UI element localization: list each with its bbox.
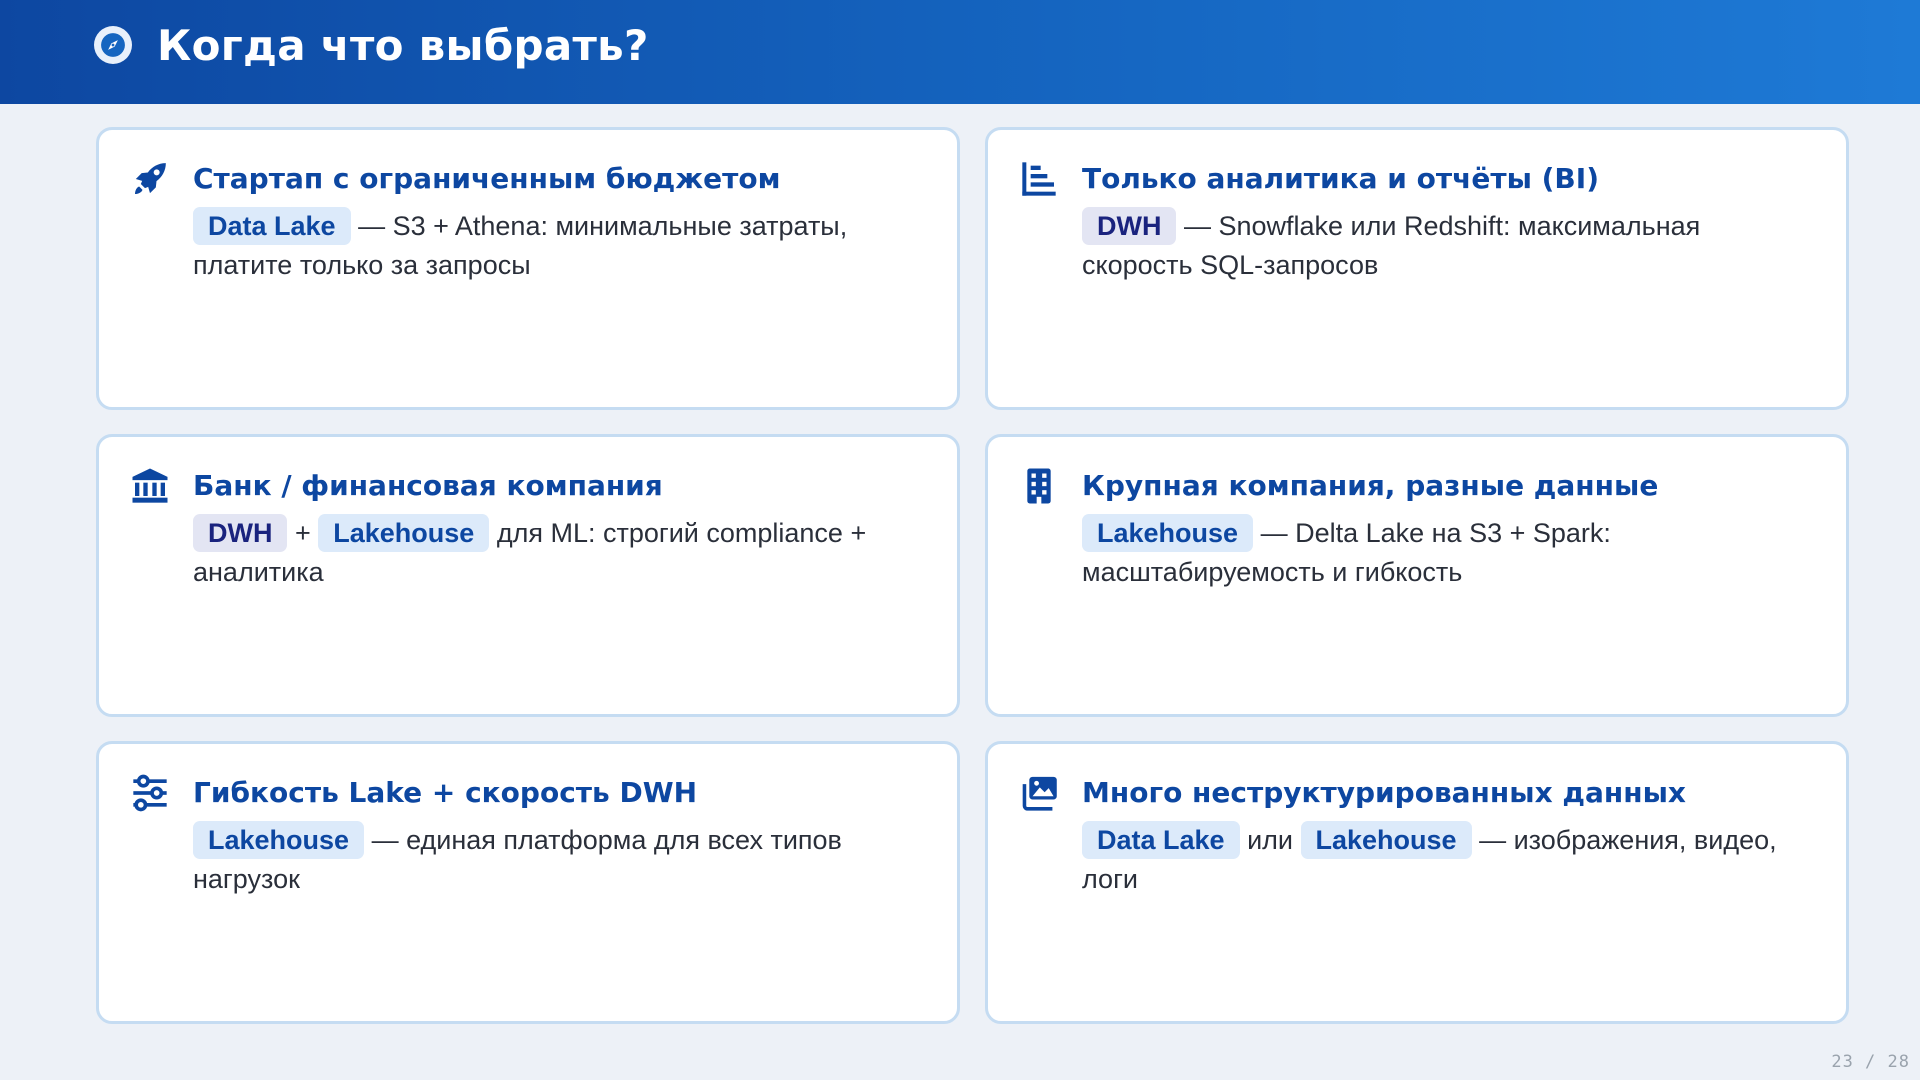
tag-data-lake: Data Lake [193, 207, 351, 245]
tag-lakehouse: Lakehouse [1300, 821, 1472, 859]
slide-header: Когда что выбрать? [0, 0, 1920, 104]
card-title: Только аналитика и отчёты (BI) [1082, 162, 1599, 195]
compass-icon [94, 26, 132, 64]
building-icon [1018, 465, 1060, 507]
tag-lakehouse: Lakehouse [1082, 514, 1254, 552]
tag-separator: + [287, 518, 319, 548]
card-description: DWH + Lakehouse для ML: строгий complian… [193, 514, 923, 592]
card-flexibility: Гибкость Lake + скорость DWH Lakehouse —… [96, 741, 960, 1024]
bank-icon [129, 465, 171, 507]
card-large-company: Крупная компания, разные данные Lakehous… [985, 434, 1849, 717]
page-title: Когда что выбрать? [157, 21, 649, 70]
page-number: 23 / 28 [1831, 1052, 1910, 1072]
card-description: DWH — Snowflake или Redshift: максимальн… [1082, 207, 1812, 285]
card-title: Банк / финансовая компания [193, 469, 663, 502]
rocket-icon [129, 158, 171, 200]
card-description: Data Lake — S3 + Athena: минимальные зат… [193, 207, 923, 285]
bar-chart-icon [1018, 158, 1060, 200]
card-description: Lakehouse — единая платформа для всех ти… [193, 821, 923, 899]
card-title: Стартап с ограниченным бюджетом [193, 162, 781, 195]
sliders-icon [129, 772, 171, 814]
card-bi-analytics: Только аналитика и отчёты (BI) DWH — Sno… [985, 127, 1849, 410]
card-unstructured-data: Много неструктурированных данных Data La… [985, 741, 1849, 1024]
tag-separator: или [1239, 825, 1301, 855]
tag-lakehouse: Lakehouse [318, 514, 490, 552]
card-description: Data Lake или Lakehouse — изображения, в… [1082, 821, 1812, 899]
tag-dwh: DWH [1082, 207, 1177, 245]
tag-data-lake: Data Lake [1082, 821, 1240, 859]
card-title: Гибкость Lake + скорость DWH [193, 776, 698, 809]
card-description: Lakehouse — Delta Lake на S3 + Spark: ма… [1082, 514, 1812, 592]
card-startup: Стартап с ограниченным бюджетом Data Lak… [96, 127, 960, 410]
tag-dwh: DWH [193, 514, 288, 552]
images-icon [1018, 772, 1060, 814]
card-title: Крупная компания, разные данные [1082, 469, 1659, 502]
tag-lakehouse: Lakehouse [193, 821, 365, 859]
card-title: Много неструктурированных данных [1082, 776, 1686, 809]
card-bank: Банк / финансовая компания DWH + Lakehou… [96, 434, 960, 717]
